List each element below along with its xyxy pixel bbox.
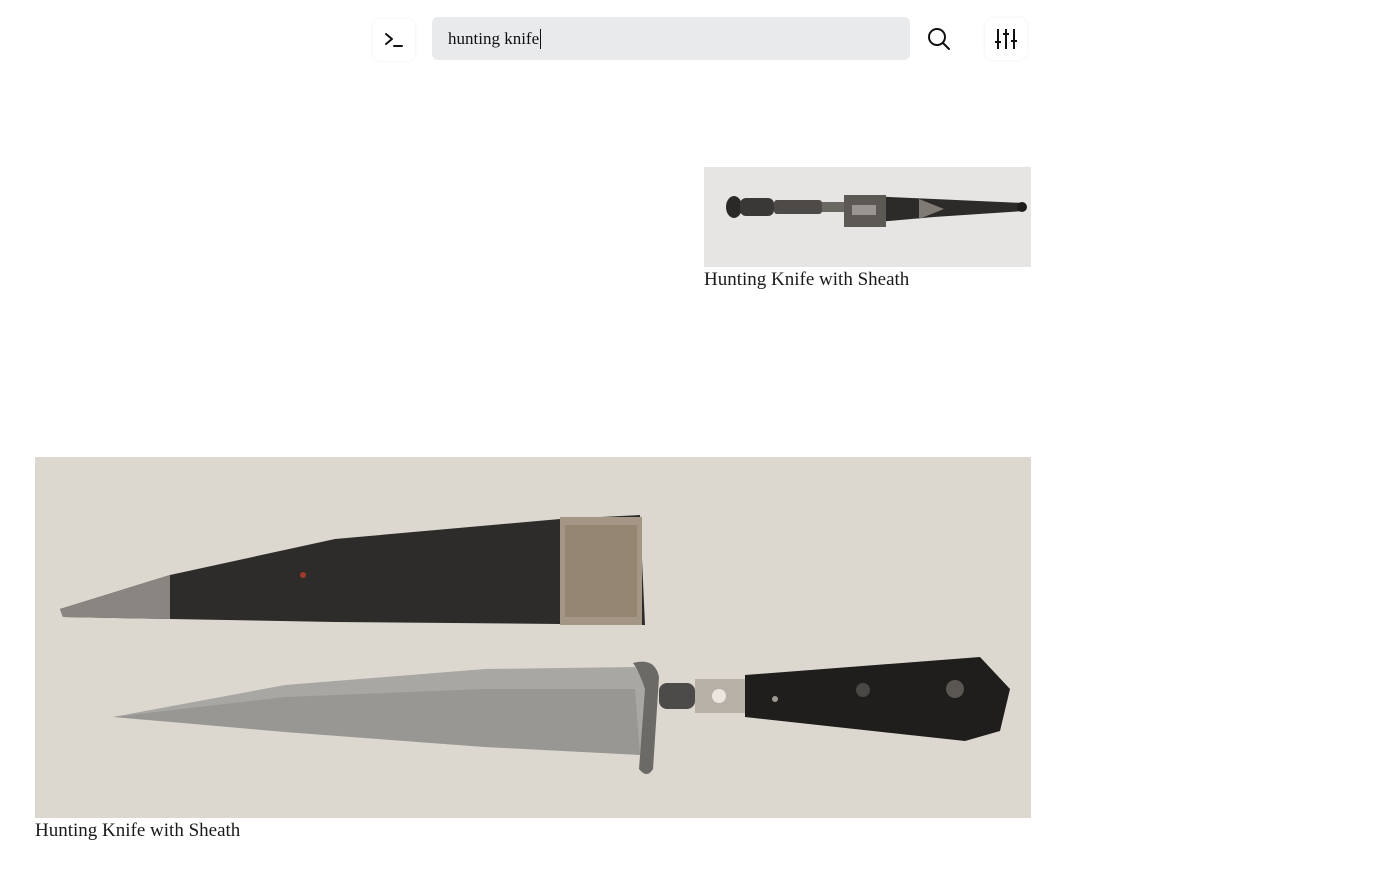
search-result[interactable]: Hunting Knife with Sheath (704, 167, 1031, 297)
search-button[interactable] (918, 18, 960, 60)
search-input[interactable]: hunting knife (432, 17, 910, 60)
result-image[interactable] (35, 457, 1031, 818)
terminal-button[interactable] (373, 19, 415, 61)
result-image[interactable] (704, 167, 1031, 267)
terminal-prompt-icon (383, 29, 405, 51)
search-input-value: hunting knife (448, 28, 540, 48)
toolbar: hunting knife (0, 0, 1400, 80)
result-caption[interactable]: Hunting Knife with Sheath (35, 820, 240, 842)
magnifier-icon (926, 26, 952, 52)
result-caption[interactable]: Hunting Knife with Sheath (704, 269, 909, 291)
search-result[interactable]: Hunting Knife with Sheath (35, 457, 1031, 847)
image-search-page: hunting knife Hunting Knife with Sheath … (0, 0, 1400, 875)
text-caret (540, 28, 542, 49)
filter-button[interactable] (985, 18, 1027, 60)
sliders-icon (993, 26, 1019, 52)
